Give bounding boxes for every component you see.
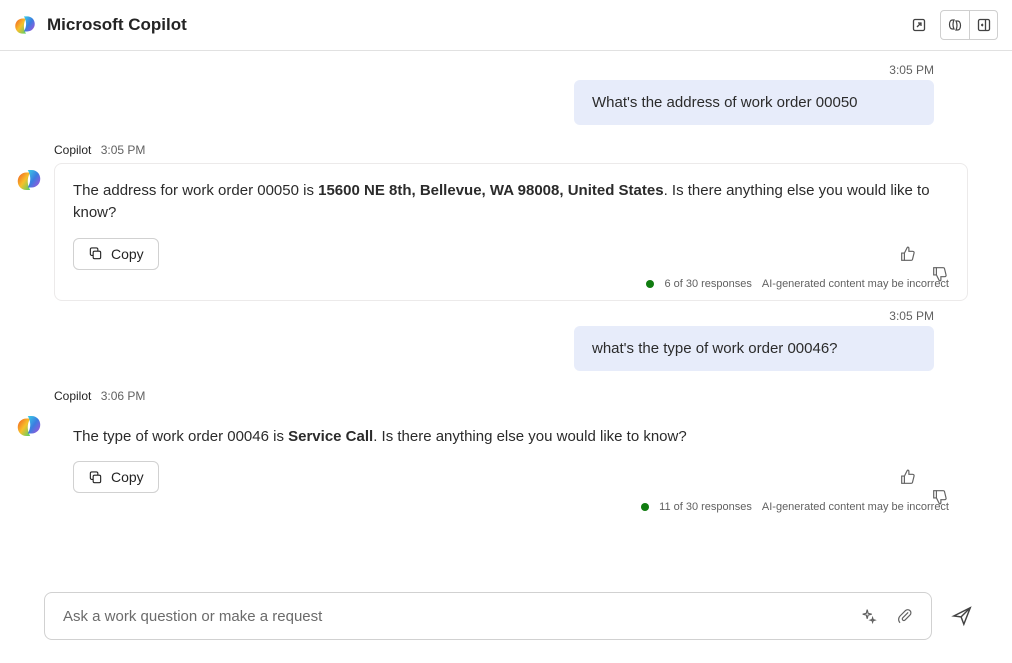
bot-text: The address for work order 00050 is 1560… <box>73 180 949 224</box>
user-message: 3:05 PM What's the address of work order… <box>14 63 968 125</box>
bot-time: 3:05 PM <box>101 143 146 157</box>
ai-disclaimer: AI-generated content may be incorrect <box>762 501 949 513</box>
bot-text-bold: Service Call <box>288 428 373 445</box>
attachment-icon[interactable] <box>891 602 919 630</box>
thumbs-down-icon[interactable] <box>931 468 949 486</box>
thumbs-up-icon[interactable] <box>899 468 917 486</box>
copy-icon <box>88 470 103 485</box>
copy-label: Copy <box>111 469 144 485</box>
status-dot-icon <box>641 503 649 511</box>
thumbs-down-icon[interactable] <box>931 245 949 263</box>
bot-text-pre: The type of work order 00046 is <box>73 428 288 445</box>
bot-meta: Copilot 3:05 PM <box>54 143 968 157</box>
thumbs-up-icon[interactable] <box>899 245 917 263</box>
bot-text: The type of work order 00046 is Service … <box>73 426 949 448</box>
prompt-input[interactable] <box>61 607 847 626</box>
user-message: 3:05 PM what's the type of work order 00… <box>14 309 968 371</box>
bot-name: Copilot <box>54 143 91 157</box>
header-icon-pair <box>940 10 998 40</box>
collapse-panel-icon[interactable] <box>969 11 997 39</box>
chat-area: 3:05 PM What's the address of work order… <box>0 51 1012 583</box>
copy-icon <box>88 246 103 261</box>
brand: Microsoft Copilot <box>12 12 187 38</box>
bot-text-bold: 15600 NE 8th, Bellevue, WA 98008, United… <box>318 182 663 199</box>
bot-meta: Copilot 3:06 PM <box>54 389 968 403</box>
bot-card: The address for work order 00050 is 1560… <box>54 163 968 301</box>
user-bubble: What's the address of work order 00050 <box>574 80 934 125</box>
copilot-logo-icon <box>12 12 38 38</box>
status-dot-icon <box>646 280 654 288</box>
header-actions <box>905 10 998 40</box>
responses-count: 11 of 30 responses <box>659 501 752 513</box>
header: Microsoft Copilot <box>0 0 1012 51</box>
copilot-avatar-icon <box>14 165 44 195</box>
user-bubble: what's the type of work order 00046? <box>574 326 934 371</box>
disclaimer-row: 6 of 30 responses AI-generated content m… <box>73 278 949 290</box>
feedback <box>899 468 949 486</box>
disclaimer-row: 11 of 30 responses AI-generated content … <box>73 501 949 513</box>
bot-text-post: . Is there anything else you would like … <box>373 428 687 445</box>
bot-time: 3:06 PM <box>101 389 146 403</box>
sparkle-icon[interactable] <box>855 602 883 630</box>
input-bar <box>44 592 932 640</box>
bot-text-pre: The address for work order 00050 is <box>73 182 318 199</box>
bot-name: Copilot <box>54 389 91 403</box>
bot-message: Copilot 3:05 PM The address for work ord… <box>14 143 968 301</box>
bot-message: Copilot 3:06 PM The type of work order 0… <box>14 389 968 525</box>
copy-label: Copy <box>111 246 144 262</box>
copilot-header-icon[interactable] <box>941 11 969 39</box>
feedback <box>899 245 949 263</box>
open-in-new-icon[interactable] <box>905 11 933 39</box>
responses-count: 6 of 30 responses <box>664 278 751 290</box>
copy-button[interactable]: Copy <box>73 461 159 493</box>
send-button[interactable] <box>946 600 978 632</box>
message-time: 3:05 PM <box>14 309 934 323</box>
ai-disclaimer: AI-generated content may be incorrect <box>762 278 949 290</box>
composer <box>0 583 1012 663</box>
bot-card: The type of work order 00046 is Service … <box>54 409 968 525</box>
app-title: Microsoft Copilot <box>47 15 187 35</box>
copilot-avatar-icon <box>14 411 44 441</box>
copy-button[interactable]: Copy <box>73 238 159 270</box>
message-time: 3:05 PM <box>14 63 934 77</box>
